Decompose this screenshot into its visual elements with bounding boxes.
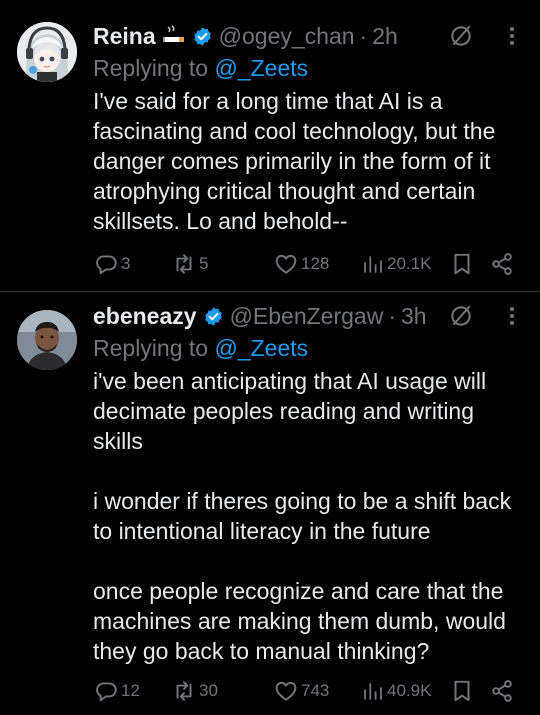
like-button[interactable]: 743 (273, 678, 329, 704)
tweet-content: ebeneazy @EbenZergaw · 3h Replying to @_… (93, 300, 524, 666)
repost-button[interactable]: 30 (171, 678, 218, 704)
reply-count: 12 (121, 681, 140, 700)
avatar[interactable] (17, 22, 77, 82)
replying-to-label: Replying to (93, 55, 215, 81)
bookmark-icon (449, 678, 475, 704)
user-handle[interactable]: @ogey_chan (219, 20, 355, 52)
reply-button[interactable]: 3 (93, 251, 130, 277)
views-button[interactable]: 40.9K (361, 678, 431, 704)
repost-icon (171, 251, 197, 277)
heart-icon (273, 251, 299, 277)
replying-to-label: Replying to (93, 335, 215, 361)
reply-count: 3 (121, 254, 131, 273)
display-name[interactable]: ebeneazy (93, 300, 197, 332)
bookmark-button[interactable] (449, 251, 475, 277)
reply-feed: Reina @ogey_chan · 2h Replying to @_Zeet… (0, 0, 540, 715)
tweet-text: i've been anticipating that AI usage wil… (93, 368, 512, 664)
view-count: 20.1K (387, 254, 432, 273)
replying-to-handle[interactable]: @_Zeets (214, 335, 308, 361)
tweet-content: Reina @ogey_chan · 2h Replying to @_Zeet… (93, 20, 524, 236)
more-options-icon[interactable] (502, 303, 522, 334)
action-bar: 3 5 128 20.1K (93, 249, 523, 279)
reply-button[interactable]: 12 (93, 678, 140, 704)
replying-to-handle[interactable]: @_Zeets (214, 55, 308, 81)
cigarette-emoji-icon (162, 25, 186, 47)
like-count: 743 (301, 681, 330, 700)
reply-icon (93, 251, 119, 277)
share-icon (489, 678, 515, 704)
grok-icon[interactable] (448, 303, 474, 334)
repost-count: 5 (199, 254, 209, 273)
timestamp[interactable]: 3h (401, 300, 427, 332)
user-handle[interactable]: @EbenZergaw (230, 300, 384, 332)
grok-icon[interactable] (448, 23, 474, 54)
share-button[interactable] (489, 251, 515, 277)
replying-to: Replying to @_Zeets (93, 333, 524, 363)
like-button[interactable]: 128 (273, 251, 329, 277)
views-button[interactable]: 20.1K (361, 251, 431, 277)
tweet[interactable]: Reina @ogey_chan · 2h Replying to @_Zeet… (0, 0, 540, 291)
separator-dot: · (388, 303, 396, 329)
views-icon (361, 251, 385, 277)
bookmark-icon (449, 251, 475, 277)
reply-icon (93, 678, 119, 704)
share-button[interactable] (489, 678, 515, 704)
tweet-text: I've said for a long time that AI is a f… (93, 88, 502, 234)
verified-badge-icon (192, 26, 213, 47)
avatar[interactable] (17, 310, 77, 370)
like-count: 128 (301, 254, 330, 273)
separator-dot: · (359, 23, 368, 49)
display-name[interactable]: Reina (93, 20, 156, 52)
view-count: 40.9K (387, 681, 432, 700)
bookmark-button[interactable] (449, 678, 475, 704)
views-icon (361, 678, 385, 704)
heart-icon (273, 678, 299, 704)
repost-icon (171, 678, 197, 704)
action-bar: 12 30 743 40.9K (93, 676, 523, 706)
timestamp[interactable]: 2h (372, 20, 398, 52)
replying-to: Replying to @_Zeets (93, 53, 524, 83)
share-icon (489, 251, 515, 277)
verified-badge-icon (203, 306, 224, 327)
repost-count: 30 (199, 681, 218, 700)
more-options-icon[interactable] (502, 23, 522, 54)
repost-button[interactable]: 5 (171, 251, 208, 277)
